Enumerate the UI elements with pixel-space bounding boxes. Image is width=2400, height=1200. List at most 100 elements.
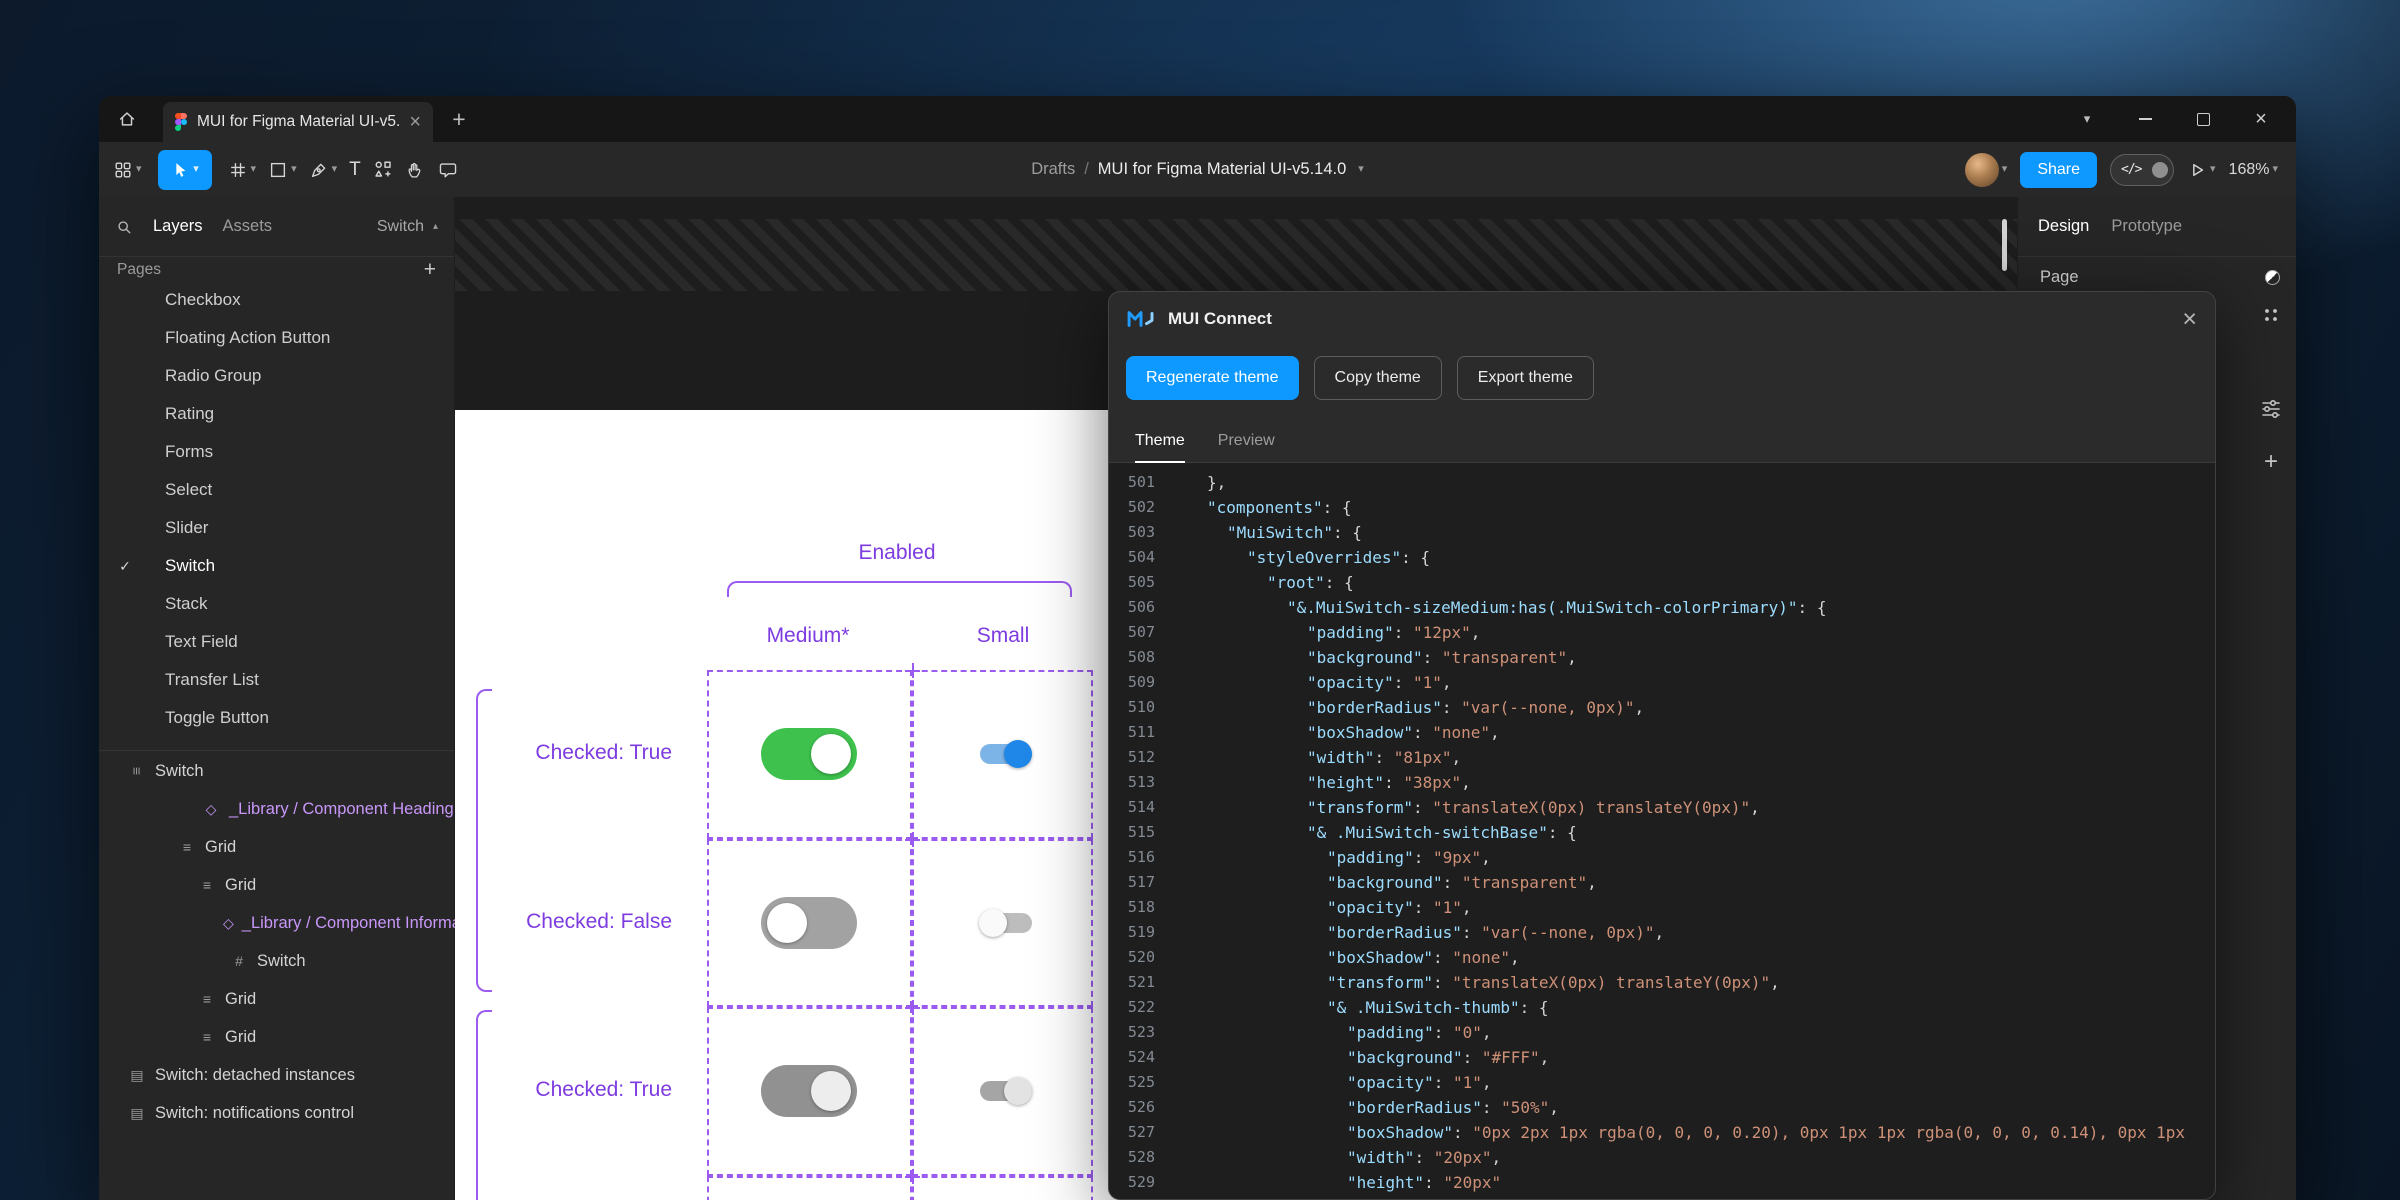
page-item-switch[interactable]: ✓Switch (99, 547, 454, 585)
grid-cross-marker (905, 1000, 920, 1015)
page-item-checkbox[interactable]: Checkbox (99, 281, 454, 319)
page-color-chip[interactable] (2265, 270, 2280, 285)
mui-logo (1127, 308, 1155, 330)
page-item-label: Select (165, 480, 212, 500)
layer-item[interactable]: ▤Switch: detached instances (99, 1056, 454, 1094)
page-item-transfer-list[interactable]: Transfer List (99, 661, 454, 699)
zoom-control[interactable]: 168% ▾ (2229, 161, 2278, 179)
dialog-actions: Regenerate theme Copy theme Export theme (1109, 346, 2215, 400)
switch-medium-on[interactable] (761, 728, 857, 780)
tab-assets[interactable]: Assets (223, 217, 273, 236)
layer-item[interactable]: ◇_Library / Component Information (99, 904, 454, 942)
move-tool-button[interactable]: ▾ (158, 150, 212, 190)
tab-layers[interactable]: Layers (153, 217, 203, 236)
code-icon: </> (2121, 162, 2141, 177)
adjustments-icon[interactable] (2258, 396, 2284, 422)
tab-close-icon[interactable]: × (409, 112, 421, 132)
home-button[interactable] (99, 96, 155, 142)
switch-small-off[interactable] (980, 908, 1032, 938)
column-header-small: Small (928, 624, 1078, 648)
user-avatar[interactable] (1965, 153, 1999, 187)
line-number: 529 (1109, 1170, 1155, 1195)
page-item-text-field[interactable]: Text Field (99, 623, 454, 661)
layer-item[interactable]: ◇_Library / Component Heading (99, 790, 454, 828)
layer-item[interactable]: ▤Switch: notifications control (99, 1094, 454, 1132)
new-tab-button[interactable]: + (437, 96, 481, 142)
pen-tool-button[interactable]: ▾ (303, 150, 344, 190)
layer-item[interactable]: ≡Grid (99, 1018, 454, 1056)
layer-item[interactable]: #Switch (99, 942, 454, 980)
present-button[interactable]: ▾ (2187, 160, 2216, 180)
frame-tool-button[interactable]: ▾ (222, 150, 263, 190)
copy-theme-button[interactable]: Copy theme (1314, 356, 1442, 400)
breadcrumb-project[interactable]: Drafts (1031, 160, 1075, 179)
maximize-button[interactable] (2174, 96, 2232, 142)
page-item-label: Slider (165, 518, 208, 538)
actions-tool-button[interactable] (367, 150, 400, 190)
add-icon[interactable]: + (2258, 449, 2284, 475)
dialog-tab-preview[interactable]: Preview (1218, 420, 1275, 462)
close-button[interactable]: × (2232, 96, 2290, 142)
layer-item[interactable]: ≡Switch (99, 752, 454, 790)
code-line: 507"padding": "12px", (1109, 620, 2215, 645)
page-item-toggle-button[interactable]: Toggle Button (99, 699, 454, 737)
grid-cross-marker (905, 663, 920, 678)
chevron-down-icon[interactable]: ▾ (2002, 164, 2008, 175)
page-item-label: Transfer List (165, 670, 259, 690)
minimize-button[interactable] (2116, 96, 2174, 142)
play-icon (2187, 160, 2207, 180)
regenerate-theme-button[interactable]: Regenerate theme (1126, 356, 1299, 400)
row-label-checked-false: Checked: False (485, 910, 672, 934)
styles-icon[interactable] (2258, 302, 2284, 328)
switch-small-disabled-on[interactable] (980, 1076, 1032, 1106)
move-cursor-icon (170, 160, 190, 180)
comment-tool-button[interactable] (432, 150, 464, 190)
page-item-rating[interactable]: Rating (99, 395, 454, 433)
dialog-close-icon[interactable]: × (2182, 307, 2197, 332)
switch-medium-off[interactable] (761, 897, 857, 949)
page-item-slider[interactable]: Slider (99, 509, 454, 547)
chevron-down-icon[interactable]: ▾ (1358, 164, 1364, 175)
text-tool-button[interactable]: T (343, 150, 367, 190)
layer-item[interactable]: ≡Grid (99, 828, 454, 866)
theme-code-editor[interactable]: 501},502"components": {503"MuiSwitch": {… (1109, 463, 2215, 1199)
layer-item-label: Grid (225, 876, 256, 895)
page-item-forms[interactable]: Forms (99, 433, 454, 471)
canvas-vertical-scrollbar[interactable] (2002, 219, 2007, 271)
shape-tool-button[interactable]: ▾ (262, 150, 303, 190)
export-theme-button[interactable]: Export theme (1457, 356, 1594, 400)
page-indicator[interactable]: Switch ▴ (377, 218, 438, 236)
window-controls: ▾ × (2058, 96, 2296, 142)
switch-medium-disabled-on[interactable] (761, 1065, 857, 1117)
page-item-select[interactable]: Select (99, 471, 454, 509)
chevron-down-icon: ▾ (136, 164, 142, 175)
breadcrumb-file-title[interactable]: MUI for Figma Material UI-v5.14.0 (1098, 160, 1346, 179)
frame-list-icon: ▤ (127, 1067, 147, 1084)
tab-design[interactable]: Design (2038, 217, 2089, 236)
layer-item[interactable]: ≡Grid (99, 980, 454, 1018)
code-line: 514"transform": "translateX(0px) transla… (1109, 795, 2215, 820)
page-item-stack[interactable]: Stack (99, 585, 454, 623)
dev-mode-toggle[interactable]: </> (2110, 154, 2174, 186)
row-group-bracket (476, 689, 492, 992)
code-line: 529"height": "20px" (1109, 1170, 2215, 1195)
window-menu-button[interactable]: ▾ (2058, 96, 2116, 142)
pages-header-label: Pages (117, 261, 161, 279)
dialog-tab-theme[interactable]: Theme (1135, 420, 1185, 463)
line-number: 518 (1109, 895, 1155, 920)
tab-prototype[interactable]: Prototype (2111, 217, 2182, 236)
column-group-bracket (727, 581, 1072, 597)
layer-item[interactable]: ≡Grid (99, 866, 454, 904)
share-button[interactable]: Share (2020, 152, 2097, 188)
page-item-radio-group[interactable]: Radio Group (99, 357, 454, 395)
page-item-floating-action-button[interactable]: Floating Action Button (99, 319, 454, 357)
code-line: 505"root": { (1109, 570, 2215, 595)
chevron-down-icon: ▾ (2272, 164, 2278, 175)
file-tab[interactable]: MUI for Figma Material UI-v5.14.0 × (163, 102, 433, 142)
search-icon[interactable] (115, 218, 133, 236)
add-page-button[interactable]: + (424, 258, 436, 282)
main-menu-button[interactable]: ▾ (107, 150, 148, 190)
hand-tool-button[interactable] (400, 150, 432, 190)
switch-thumb (811, 734, 851, 774)
switch-small-on[interactable] (980, 739, 1032, 769)
